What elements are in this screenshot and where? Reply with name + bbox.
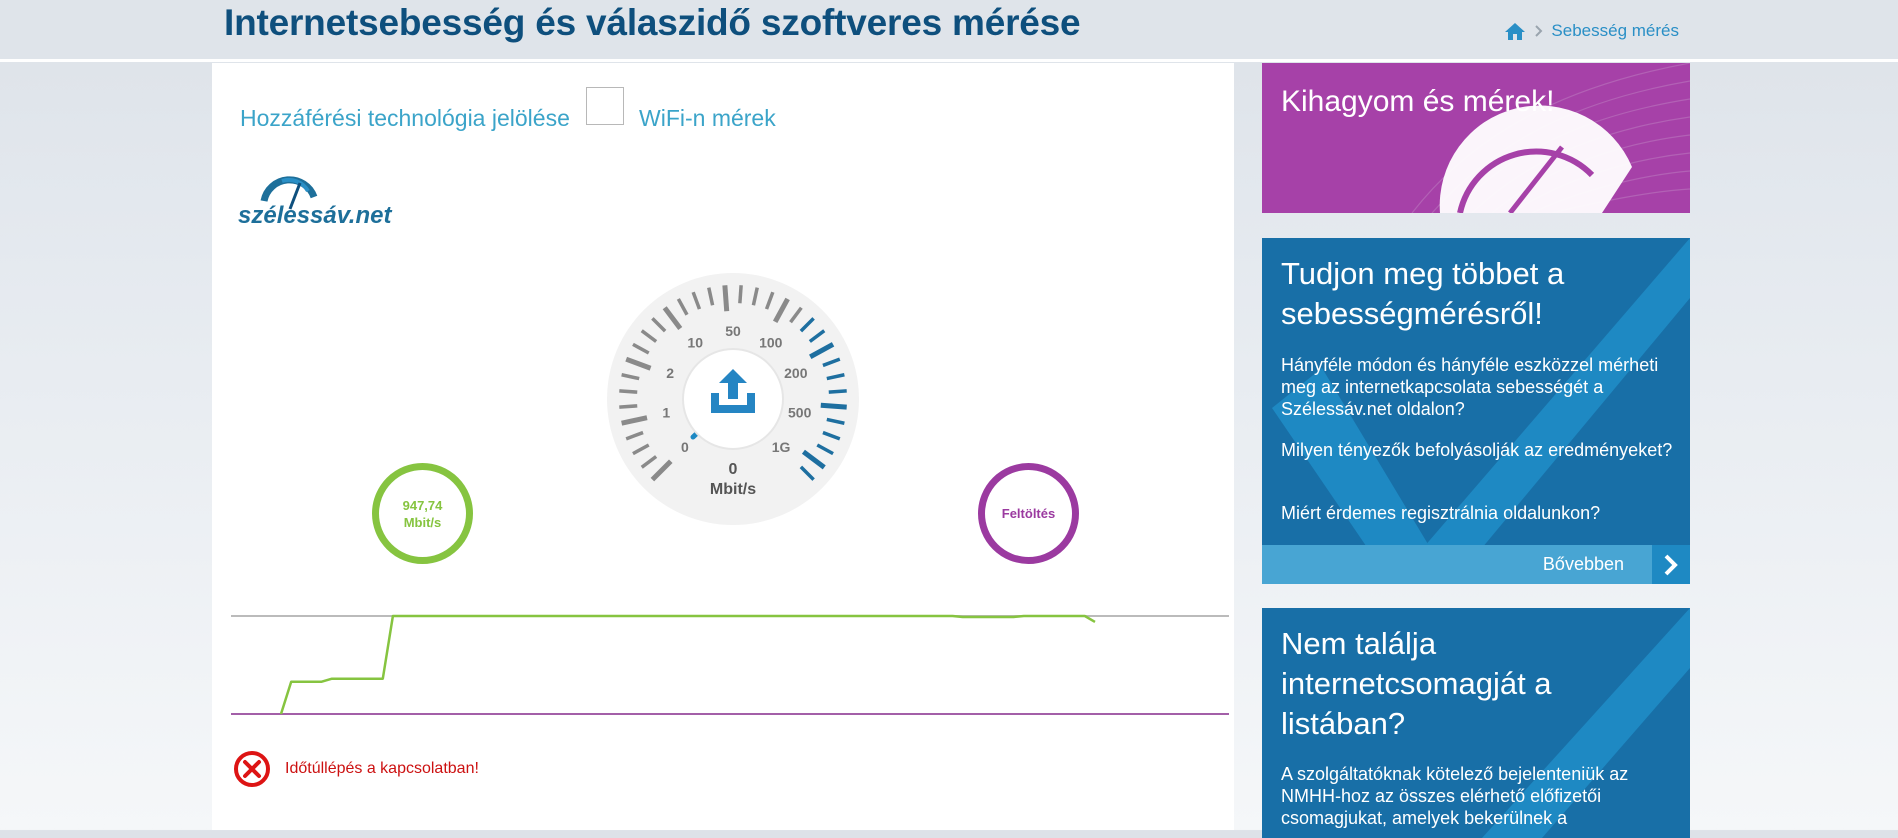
more-button-label[interactable]: Bővebben — [1543, 554, 1624, 575]
gauge-tick — [722, 285, 730, 312]
breadcrumb: Sebesség mérés — [1504, 21, 1679, 41]
download-result-ring: 947,74 Mbit/s — [372, 463, 473, 564]
wifi-label[interactable]: WiFi-n mérek — [639, 105, 776, 132]
missing-package-box: Nem találja internetcsomagját a listában… — [1262, 608, 1690, 838]
download-value: 947,74 — [402, 497, 443, 513]
upload-label: Feltöltés — [1001, 506, 1056, 521]
gauge-scale-label: 500 — [788, 404, 812, 420]
info-box-title-line1: Tudjon meg többet a — [1281, 256, 1565, 291]
skip-and-measure-banner[interactable]: Kihagyom és mérek! — [1262, 63, 1690, 213]
wifi-checkbox[interactable] — [586, 87, 624, 125]
download-unit: Mbit/s — [403, 514, 442, 530]
gauge-scale-label: 0 — [681, 439, 689, 455]
page-header: Internetsebesség és válaszidő szoftveres… — [0, 0, 1898, 62]
home-icon[interactable] — [1504, 22, 1526, 41]
gauge-tick — [619, 389, 638, 394]
package-box-text: A szolgáltatóknak kötelező bejelenteniük… — [1281, 764, 1629, 828]
upload-result-ring: Feltöltés — [978, 463, 1079, 564]
package-box-title-line2: internetcsomagját a — [1281, 666, 1552, 701]
gauge-value: 0 — [728, 461, 738, 478]
chevron-right-icon — [1534, 24, 1543, 38]
error-text: Időtúllépés a kapcsolatban! — [285, 760, 479, 777]
gauge-tick — [828, 389, 847, 394]
error-icon — [234, 751, 270, 787]
gauge-scale-label: 200 — [784, 365, 808, 381]
speed-series-line — [279, 614, 1096, 715]
gauge-tick — [820, 402, 847, 410]
info-question-3: Miért érdemes regisztrálnia oldalunkon? — [1281, 503, 1601, 523]
logo-text: szélessáv.net — [238, 202, 392, 227]
error-message: Időtúllépés a kapcsolatban! — [233, 750, 479, 788]
speedtest-info-box: Tudjon meg többet a sebességmérésről! Há… — [1262, 238, 1690, 584]
gauge-tick — [738, 285, 743, 304]
gauge-scale-label: 100 — [759, 334, 783, 350]
info-question-1: Hányféle módon és hányféle eszközzel mér… — [1281, 355, 1659, 419]
info-box-title-line2: sebességmérésről! — [1281, 296, 1543, 331]
access-technology-label[interactable]: Hozzáférési technológia jelölése — [240, 105, 570, 132]
package-box-title-line3: listában? — [1281, 706, 1406, 741]
page-title: Internetsebesség és válaszidő szoftveres… — [224, 2, 1081, 43]
gauge-scale-label: 1G — [772, 439, 791, 455]
skip-banner-title[interactable]: Kihagyom és mérek! — [1281, 85, 1554, 119]
szelessav-logo: szélessáv.net — [234, 175, 404, 229]
package-box-title-line1: Nem találja — [1281, 626, 1437, 661]
breadcrumb-current[interactable]: Sebesség mérés — [1551, 21, 1679, 41]
gauge-tick — [619, 404, 638, 409]
more-button[interactable]: Bővebben — [1262, 545, 1690, 584]
gauge-scale-label: 50 — [725, 323, 741, 339]
gauge-scale-label: 10 — [687, 334, 703, 350]
chevron-right-icon[interactable] — [1652, 545, 1690, 584]
speedtest-panel: Hozzáférési technológia jelölése WiFi-n … — [212, 63, 1234, 830]
info-question-2: Milyen tényezők befolyásolják az eredmén… — [1281, 440, 1673, 460]
speed-history-chart — [231, 614, 1229, 715]
gauge-unit: Mbit/s — [709, 481, 757, 498]
gauge-scale-label: 1 — [662, 404, 670, 420]
logo-mark: szélessáv.net — [238, 176, 392, 229]
gauge-scale-label: 2 — [666, 365, 674, 381]
